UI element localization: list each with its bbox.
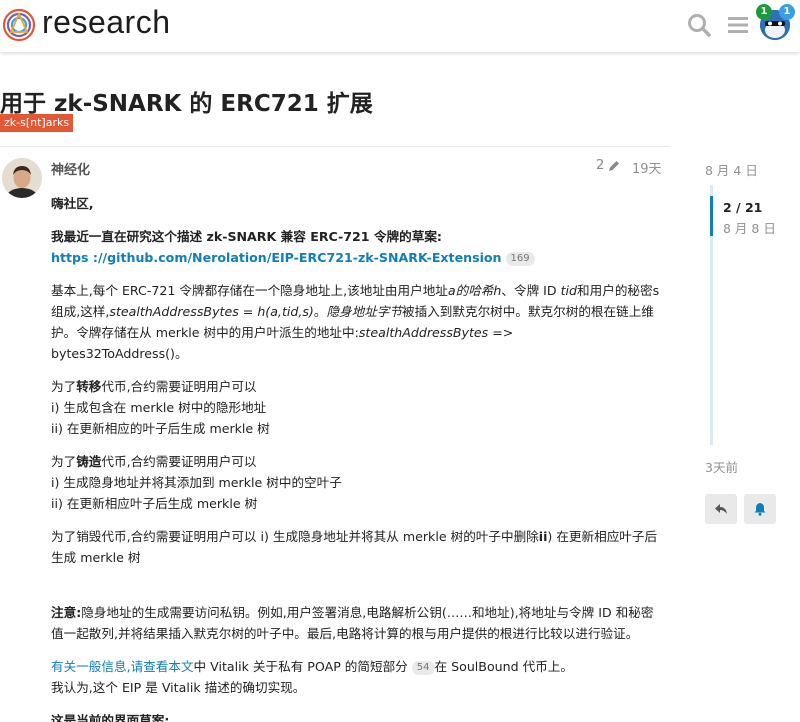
timeline-start-date[interactable]: 8 月 4 日	[705, 160, 758, 179]
post-author-avatar[interactable]	[2, 158, 42, 198]
post-note: 注意:隐身地址的生成需要访问私钥。例如,用户签署消息,电路解析公钥(……和地址)…	[51, 605, 654, 641]
pencil-icon	[609, 160, 620, 171]
author-photo-icon	[2, 158, 42, 198]
timeline-handle[interactable]	[710, 196, 713, 236]
notification-bell-button[interactable]	[744, 494, 776, 524]
post-interface-heading: 这是当前的界面草案:	[51, 713, 170, 722]
hamburger-icon[interactable]	[725, 12, 751, 38]
bell-icon	[754, 503, 766, 516]
post-date[interactable]: 19天	[632, 158, 662, 177]
search-icon[interactable]	[686, 12, 712, 38]
reply-button[interactable]	[705, 494, 737, 524]
timeline-end-date[interactable]: 3天前	[705, 457, 738, 476]
site-header: research 1 1	[0, 0, 800, 52]
edit-count: 2	[596, 158, 605, 173]
timeline-position: 2 / 21	[723, 200, 763, 215]
general-info-link[interactable]: 有关一般信息,	[51, 659, 131, 674]
post-intro: 我最近一直在研究这个描述 zk-SNARK 兼容 ERC-721 令牌的草案: …	[51, 226, 663, 268]
article-link[interactable]: 请查看本文	[131, 659, 194, 674]
post-paragraph-transfer: 为了转移代币,合约需要证明用户可以 i) 生成包含在 merkle 树中的隐形地…	[51, 379, 270, 436]
brand-name[interactable]: research	[42, 4, 171, 41]
notification-badge-green[interactable]: 1	[756, 4, 772, 20]
link-click-count: 169	[505, 252, 535, 266]
post-paragraph-burn: 为了销毁代币,合约需要证明用户可以 i) 生成隐身地址并将其从 merkle 树…	[51, 529, 658, 565]
edit-history[interactable]: 2	[596, 158, 621, 173]
divider	[0, 146, 670, 147]
timeline-position-date: 8 月 8 日	[723, 221, 776, 236]
post-greeting: 嗨社区,	[51, 196, 94, 211]
notification-badge-blue[interactable]: 1	[779, 4, 795, 20]
link-click-count-2: 54	[411, 661, 435, 675]
research-logo-icon[interactable]	[2, 8, 36, 42]
post-paragraph-basic: 基本上,每个 ERC-721 令牌都存储在一个隐身地址上,该地址由用户地址a的哈…	[51, 283, 660, 361]
post-content: 嗨社区, 我最近一直在研究这个描述 zk-SNARK 兼容 ERC-721 令牌…	[51, 193, 663, 722]
post-paragraph-mint: 为了铸造代币,合约需要证明用户可以 i) 生成隐身地址并将其添加到 merkle…	[51, 454, 342, 511]
post-username[interactable]: 神经化	[51, 159, 90, 178]
category-tag[interactable]: zk-s[nt]arks	[0, 114, 74, 132]
github-link[interactable]: https ://github.com/Nerolation/EIP-ERC72…	[51, 250, 502, 265]
topic-title[interactable]: 用于 zk-SNARK 的 ERC721 扩展	[0, 84, 373, 118]
reply-icon	[715, 504, 727, 514]
post-more-info: 有关一般信息,请查看本文中 Vitalik 关于私有 POAP 的简短部分 54…	[51, 659, 573, 695]
